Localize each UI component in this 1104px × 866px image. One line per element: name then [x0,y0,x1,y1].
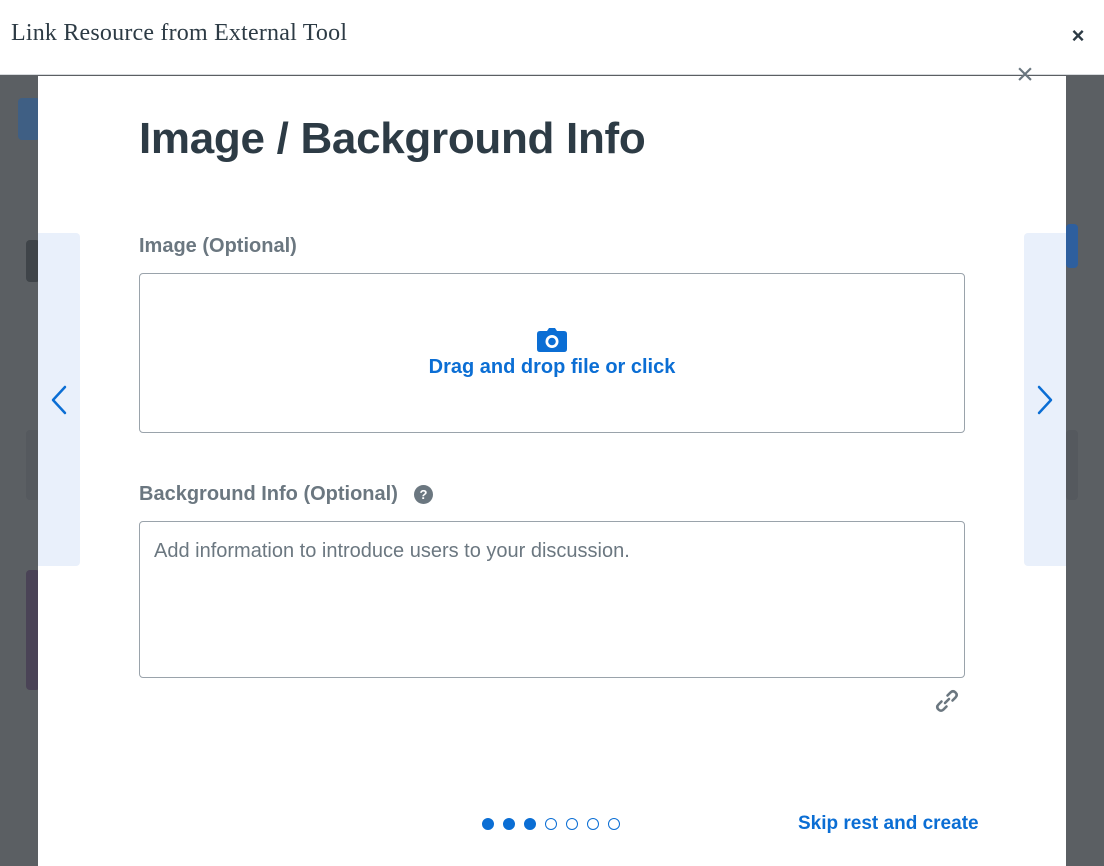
chevron-left-icon [51,385,67,414]
page-title: Image / Background Info [139,114,646,163]
skip-rest-and-create-link[interactable]: Skip rest and create [798,813,979,835]
image-field-label: Image (Optional) [139,235,297,257]
step-dot[interactable] [566,818,578,830]
tool-window-title: Link Resource from External Tool [11,20,348,46]
step-dot[interactable] [503,818,515,830]
modal-close-icon[interactable]: × [1010,60,1040,90]
next-step-button[interactable] [1024,233,1066,566]
background-page-element [18,98,40,140]
camera-icon [537,327,567,352]
step-dot[interactable] [482,818,494,830]
wizard-modal: × Image / Background Info Image (Optiona… [38,60,1066,866]
step-dot[interactable] [608,818,620,830]
tool-header-bar: Link Resource from External Tool × [0,0,1104,75]
step-dot[interactable] [587,818,599,830]
dropzone-label: Drag and drop file or click [428,355,676,378]
help-icon[interactable]: ? [414,485,433,504]
background-page-element [1066,224,1078,268]
step-dot[interactable] [524,818,536,830]
step-dot[interactable] [545,818,557,830]
background-info-textarea[interactable] [139,521,965,678]
image-dropzone[interactable]: Drag and drop file or click [139,273,965,433]
background-page-element [1066,430,1078,500]
link-icon[interactable] [934,688,960,714]
background-info-label: Background Info (Optional) [139,483,398,505]
previous-step-button[interactable] [38,233,80,566]
step-indicator [482,817,620,831]
chevron-right-icon [1037,385,1053,414]
close-icon[interactable]: × [1067,22,1089,50]
